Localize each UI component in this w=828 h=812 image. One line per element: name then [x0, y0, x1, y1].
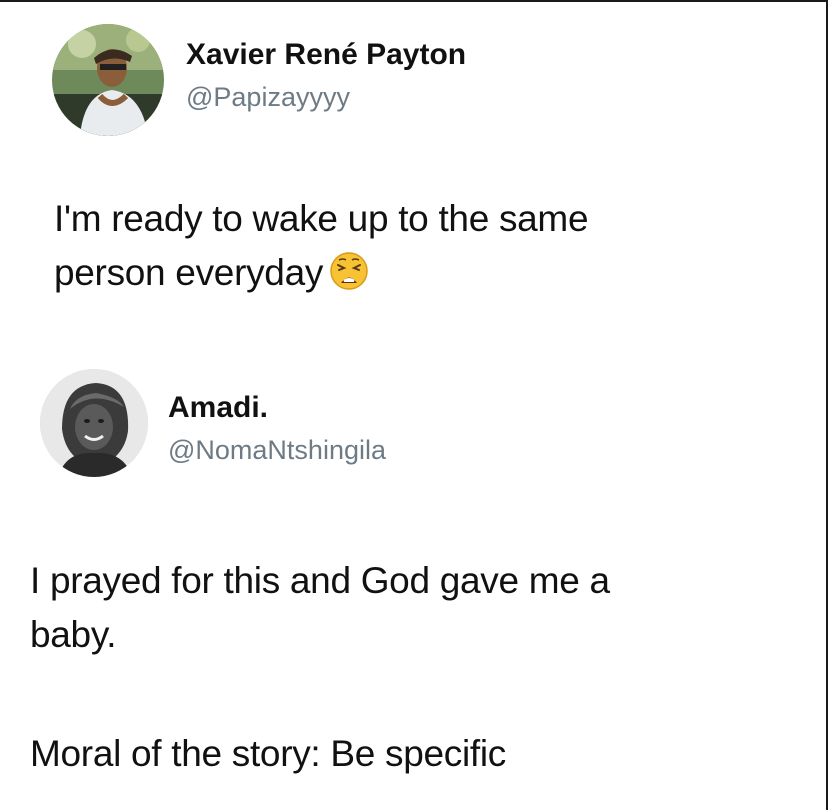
screenshot-frame: Xavier René Payton @Papizayyyy I'm ready… — [0, 0, 828, 810]
author-display-name[interactable]: Xavier René Payton — [186, 38, 466, 72]
tweet-text-line-with-emoji: person everyday — [54, 246, 794, 300]
caption-text: Moral of the story: Be specific — [30, 733, 507, 774]
tweet-text-line: person everyday — [54, 252, 324, 293]
tweet-text: I'm ready to wake up to the same person … — [54, 192, 794, 300]
tweet-text: I prayed for this and God gave me a baby… — [30, 554, 800, 662]
tweet-text-line: I'm ready to wake up to the same — [54, 198, 589, 239]
profile-photo-icon — [40, 369, 148, 477]
author-handle[interactable]: @NomaNtshingila — [168, 435, 386, 466]
avatar[interactable] — [40, 369, 148, 477]
weary-face-emoji-icon — [329, 251, 369, 291]
profile-photo-icon — [52, 24, 164, 136]
author-display-name[interactable]: Amadi. — [168, 391, 268, 425]
tweet-text-line: baby. — [30, 614, 117, 655]
avatar[interactable] — [52, 24, 164, 136]
author-handle[interactable]: @Papizayyyy — [186, 82, 350, 113]
tweet-text-line: I prayed for this and God gave me a — [30, 560, 610, 601]
tweet-2: Amadi. @NomaNtshingila I prayed for this… — [0, 347, 828, 812]
tweet-1: Xavier René Payton @Papizayyyy I'm ready… — [0, 2, 828, 347]
